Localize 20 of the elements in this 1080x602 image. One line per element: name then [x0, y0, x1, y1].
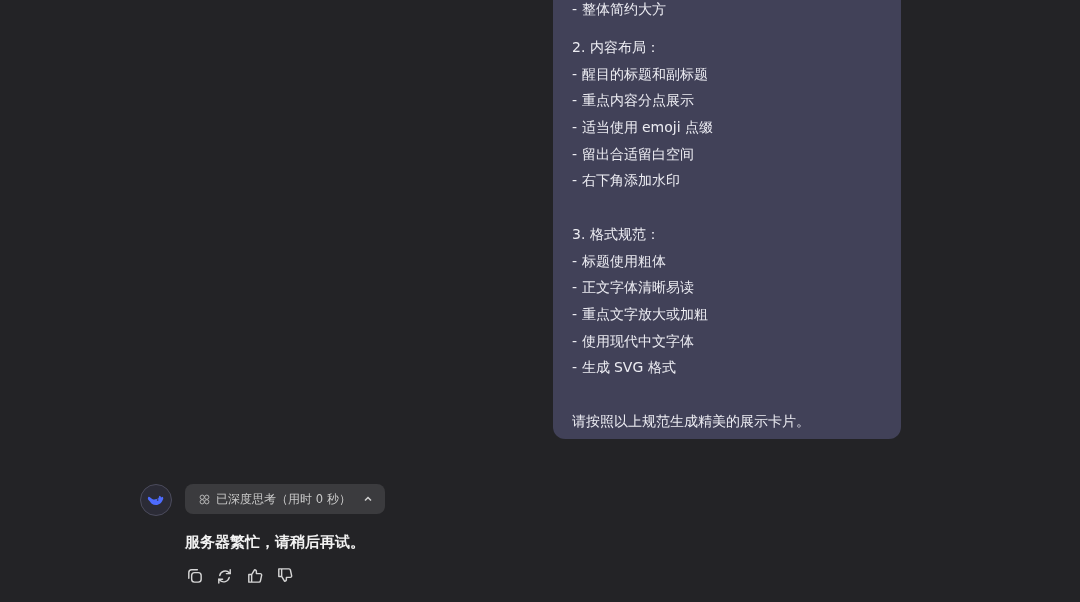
avatar-icon: [140, 484, 172, 517]
message-line: 3. 格式规范：: [572, 224, 661, 244]
reply-text: 服务器繁忙，请稍后再试。: [185, 532, 365, 553]
message-line: - 醒目的标题和副标题: [572, 64, 709, 84]
message-line: - 标题使用粗体: [572, 251, 667, 271]
thinking-toggle[interactable]: 已深度思考（用时 0 秒）: [185, 484, 385, 515]
message-line: 2. 内容布局：: [572, 38, 661, 57]
message-line: - 生成 SVG 格式: [572, 358, 677, 378]
thumbs-up-icon[interactable]: [245, 566, 264, 586]
message-line: - 留出合适留白空间: [572, 144, 695, 164]
message-line: - 重点文字放大或加粗: [572, 304, 709, 324]
message-line: - 使用现代中文字体: [572, 331, 695, 351]
message-line: - 适当使用 emoji 点缀: [572, 118, 714, 138]
copy-icon[interactable]: [185, 566, 204, 586]
message-line: - 整体简约大方: [572, 0, 667, 18]
message-line: - 正文字体清晰易读: [572, 278, 695, 298]
refresh-icon[interactable]: [215, 566, 234, 586]
message-line: 请按照以上规范生成精美的展示卡片。: [572, 411, 811, 431]
message-line: - 重点内容分点展示: [572, 91, 695, 111]
message-line: - 右下角添加水印: [572, 171, 681, 191]
